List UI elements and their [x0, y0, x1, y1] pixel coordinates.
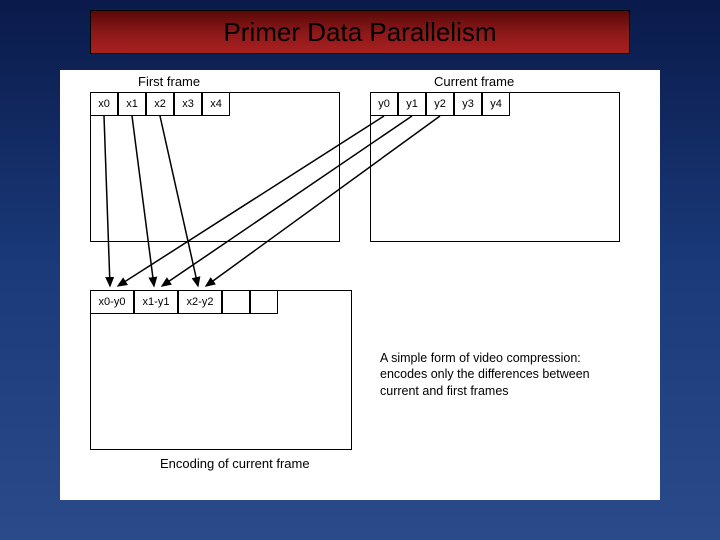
cell-x3: x3	[174, 92, 202, 116]
cell-x4: x4	[202, 92, 230, 116]
cell-enc2: x2-y2	[178, 290, 222, 314]
cell-x2: x2	[146, 92, 174, 116]
first-frame-cells: x0 x1 x2 x3 x4	[90, 92, 230, 116]
cell-y0: y0	[370, 92, 398, 116]
encoding-frame-label: Encoding of current frame	[160, 456, 310, 471]
diagram-caption: A simple form of video compression: enco…	[380, 350, 640, 399]
page-title: Primer Data Parallelism	[223, 17, 496, 48]
cell-y4: y4	[482, 92, 510, 116]
cell-y3: y3	[454, 92, 482, 116]
cell-enc4	[250, 290, 278, 314]
diagram-panel: First frame x0 x1 x2 x3 x4 Current frame…	[60, 70, 660, 500]
cell-enc1: x1-y1	[134, 290, 178, 314]
first-frame-box: x0 x1 x2 x3 x4	[90, 92, 340, 242]
caption-line2: encodes only the differences between	[380, 366, 640, 382]
current-frame-label: Current frame	[434, 74, 514, 89]
caption-line1: A simple form of video compression:	[380, 350, 640, 366]
cell-x1: x1	[118, 92, 146, 116]
encoding-frame-box: x0-y0 x1-y1 x2-y2	[90, 290, 352, 450]
first-frame-label: First frame	[138, 74, 200, 89]
current-frame-box: y0 y1 y2 y3 y4	[370, 92, 620, 242]
cell-y1: y1	[398, 92, 426, 116]
cell-y2: y2	[426, 92, 454, 116]
cell-enc3	[222, 290, 250, 314]
caption-line3: current and first frames	[380, 383, 640, 399]
current-frame-cells: y0 y1 y2 y3 y4	[370, 92, 510, 116]
cell-enc0: x0-y0	[90, 290, 134, 314]
cell-x0: x0	[90, 92, 118, 116]
encoding-frame-cells: x0-y0 x1-y1 x2-y2	[90, 290, 278, 314]
title-bar: Primer Data Parallelism	[90, 10, 630, 54]
